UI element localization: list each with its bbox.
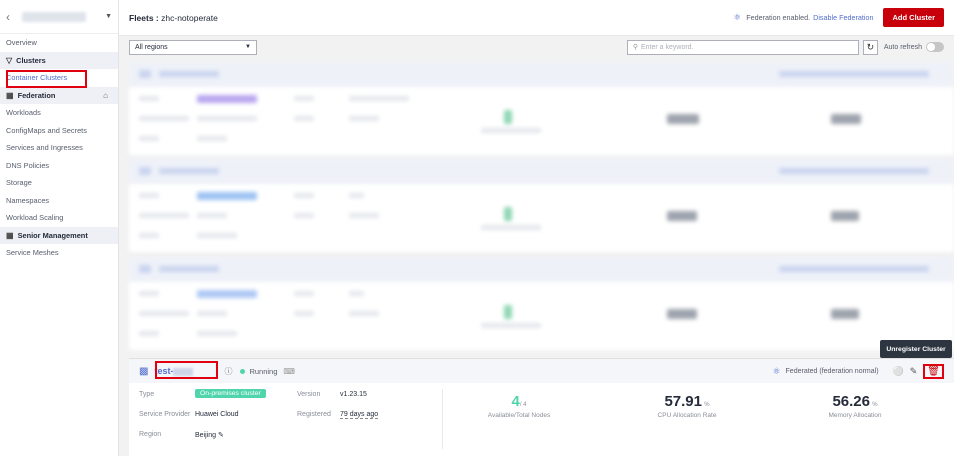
auto-refresh-toggle[interactable] — [926, 42, 944, 52]
sidebar-nav: Overview ▽ Clusters Container Clusters ▦ Fede… — [0, 34, 118, 262]
refresh-button[interactable]: ↻ — [862, 39, 878, 55]
console-icon[interactable]: ⌨ — [283, 367, 295, 376]
lock-icon: ⌂ — [103, 90, 108, 100]
search-icon: ⚲ — [632, 44, 638, 51]
sidebar-item-label: Overview — [6, 38, 37, 48]
highlight-box-sidebar — [6, 70, 87, 88]
grid-icon: ▦ — [6, 90, 14, 100]
back-icon[interactable]: ‹ — [6, 10, 18, 24]
unregister-tooltip: Unregister Cluster — [880, 340, 952, 358]
cpu-unit: % — [704, 402, 710, 408]
cluster-card-blurred — [129, 62, 954, 155]
sidebar-item-workloads[interactable]: Workloads — [0, 104, 118, 122]
grid-icon: ▦ — [6, 230, 14, 240]
provider-label: Service Provider — [139, 411, 191, 418]
version-label: Version — [297, 391, 321, 398]
sidebar-item-service-meshes[interactable]: Service Meshes — [0, 244, 118, 262]
nodes-total: / 4 — [519, 402, 527, 408]
sidebar-item-label: Clusters — [16, 55, 46, 65]
page-title: Fleets : zhc-notoperate — [129, 12, 218, 23]
cluster-card-header: ▩ test- ⓘ Running ⌨ ⚛ Federated (federat… — [129, 359, 954, 383]
filter-icon: ▽ — [6, 55, 13, 65]
disable-federation-link[interactable]: Disable Federation — [813, 13, 873, 22]
federation-status: ⚛ Federation enabled. Disable Federation — [733, 12, 873, 23]
nodes-metric: 4/ 4 Available/Total Nodes — [469, 393, 569, 419]
registered-label: Registered — [297, 411, 331, 418]
cpu-metric: 57.91 % CPU Allocation Rate — [627, 393, 747, 419]
cluster-card-blurred — [129, 159, 954, 252]
chevron-down-icon[interactable]: ▼ — [105, 13, 112, 20]
registered-value: 79 days ago — [340, 411, 379, 419]
memory-metric: 56.26 % Memory Allocation — [795, 393, 915, 419]
sidebar-item-label: Senior Management — [17, 230, 88, 240]
federation-state-text: Federated (federation normal) — [785, 367, 879, 375]
nodes-label: Available/Total Nodes — [487, 412, 551, 419]
add-cluster-button[interactable]: Add Cluster — [883, 8, 944, 27]
divider — [442, 389, 443, 449]
sidebar-item-clusters[interactable]: ▽ Clusters — [0, 51, 118, 69]
help-icon[interactable]: ⓘ — [224, 366, 232, 377]
sidebar-item-workload-scaling[interactable]: Workload Scaling — [0, 209, 118, 227]
sidebar-item-namespaces[interactable]: Namespaces — [0, 192, 118, 210]
sidebar-item-label: Services and Ingresses — [6, 143, 83, 153]
sidebar-item-storage[interactable]: Storage — [0, 174, 118, 192]
sidebar-item-label: Storage — [6, 178, 32, 188]
tag-icon[interactable]: ⚪ — [893, 366, 904, 377]
auto-refresh-label: Auto refresh — [883, 43, 922, 51]
sidebar-item-label: Namespaces — [6, 195, 50, 205]
sidebar-item-dns-policies[interactable]: DNS Policies — [0, 157, 118, 175]
federation-state: ⚛ Federated (federation normal) — [772, 366, 878, 377]
sidebar-item-label: DNS Policies — [6, 160, 50, 170]
cluster-card-blurred — [129, 257, 954, 350]
type-value: On-premises cluster — [195, 389, 266, 398]
cluster-card: ▩ test- ⓘ Running ⌨ ⚛ Federated (federat… — [129, 358, 954, 456]
cluster-card-body: Type On-premises cluster Service Provide… — [129, 383, 954, 456]
cluster-icon: ▩ — [139, 365, 149, 377]
federation-status-text: Federation enabled. — [746, 13, 811, 22]
delete-icon[interactable]: 🗑 — [923, 363, 944, 379]
sidebar-item-senior-management[interactable]: ▦ Senior Management — [0, 226, 118, 244]
sidebar-item-label: Federation — [17, 90, 56, 100]
edit-icon[interactable]: ✎ — [910, 366, 918, 377]
sidebar-item-label: Workload Scaling — [6, 213, 64, 223]
status-text: Running — [249, 366, 278, 376]
fleet-switcher[interactable] — [22, 11, 86, 22]
toolbar: All regions ▼ ⚲ Enter a keyword. ↻ Auto … — [119, 36, 954, 58]
provider-value: Huawei Cloud — [195, 411, 239, 418]
sidebar-item-federation[interactable]: ▦ Federation ⌂ — [0, 86, 118, 104]
memory-label: Memory Allocation — [828, 412, 882, 419]
sidebar-item-configmaps-and-secrets[interactable]: ConfigMaps and Secrets — [0, 122, 118, 140]
sidebar-header: ‹ ▼ — [0, 0, 118, 34]
region-select[interactable]: All regions ▼ — [129, 39, 257, 55]
version-value: v1.23.15 — [340, 391, 367, 398]
sidebar-item-services-and-ingresses[interactable]: Services and Ingresses — [0, 139, 118, 157]
cpu-label: CPU Allocation Rate — [657, 412, 717, 419]
region-label: Region — [139, 431, 162, 438]
cluster-actions: ⚪ ✎ 🗑 — [887, 363, 944, 379]
federation-icon: ⚛ — [772, 365, 781, 376]
status-dot — [240, 368, 246, 374]
cpu-value: 57.91 — [664, 393, 702, 410]
sidebar-item-label: Service Meshes — [6, 248, 59, 258]
chevron-down-icon: ▼ — [245, 44, 251, 50]
highlight-box-cluster-name — [155, 361, 218, 379]
search-input[interactable]: ⚲ Enter a keyword. — [626, 39, 859, 55]
sidebar-item-label: ConfigMaps and Secrets — [6, 125, 87, 135]
page-header: Fleets : zhc-notoperate ⚛ Federation ena… — [119, 0, 954, 36]
memory-value: 56.26 — [832, 393, 870, 410]
memory-unit: % — [872, 402, 878, 408]
sidebar-item-overview[interactable]: Overview — [0, 34, 118, 52]
sidebar: ‹ ▼ Overview ▽ Clusters Container Clusters ▦… — [0, 0, 119, 456]
edit-icon[interactable]: ✎ — [218, 432, 224, 439]
region-value: Beijing ✎ — [195, 432, 224, 439]
federation-icon: ⚛ — [733, 12, 742, 22]
sidebar-item-label: Workloads — [6, 108, 41, 118]
nodes-value: 4 — [511, 393, 520, 410]
type-label: Type — [139, 391, 155, 398]
